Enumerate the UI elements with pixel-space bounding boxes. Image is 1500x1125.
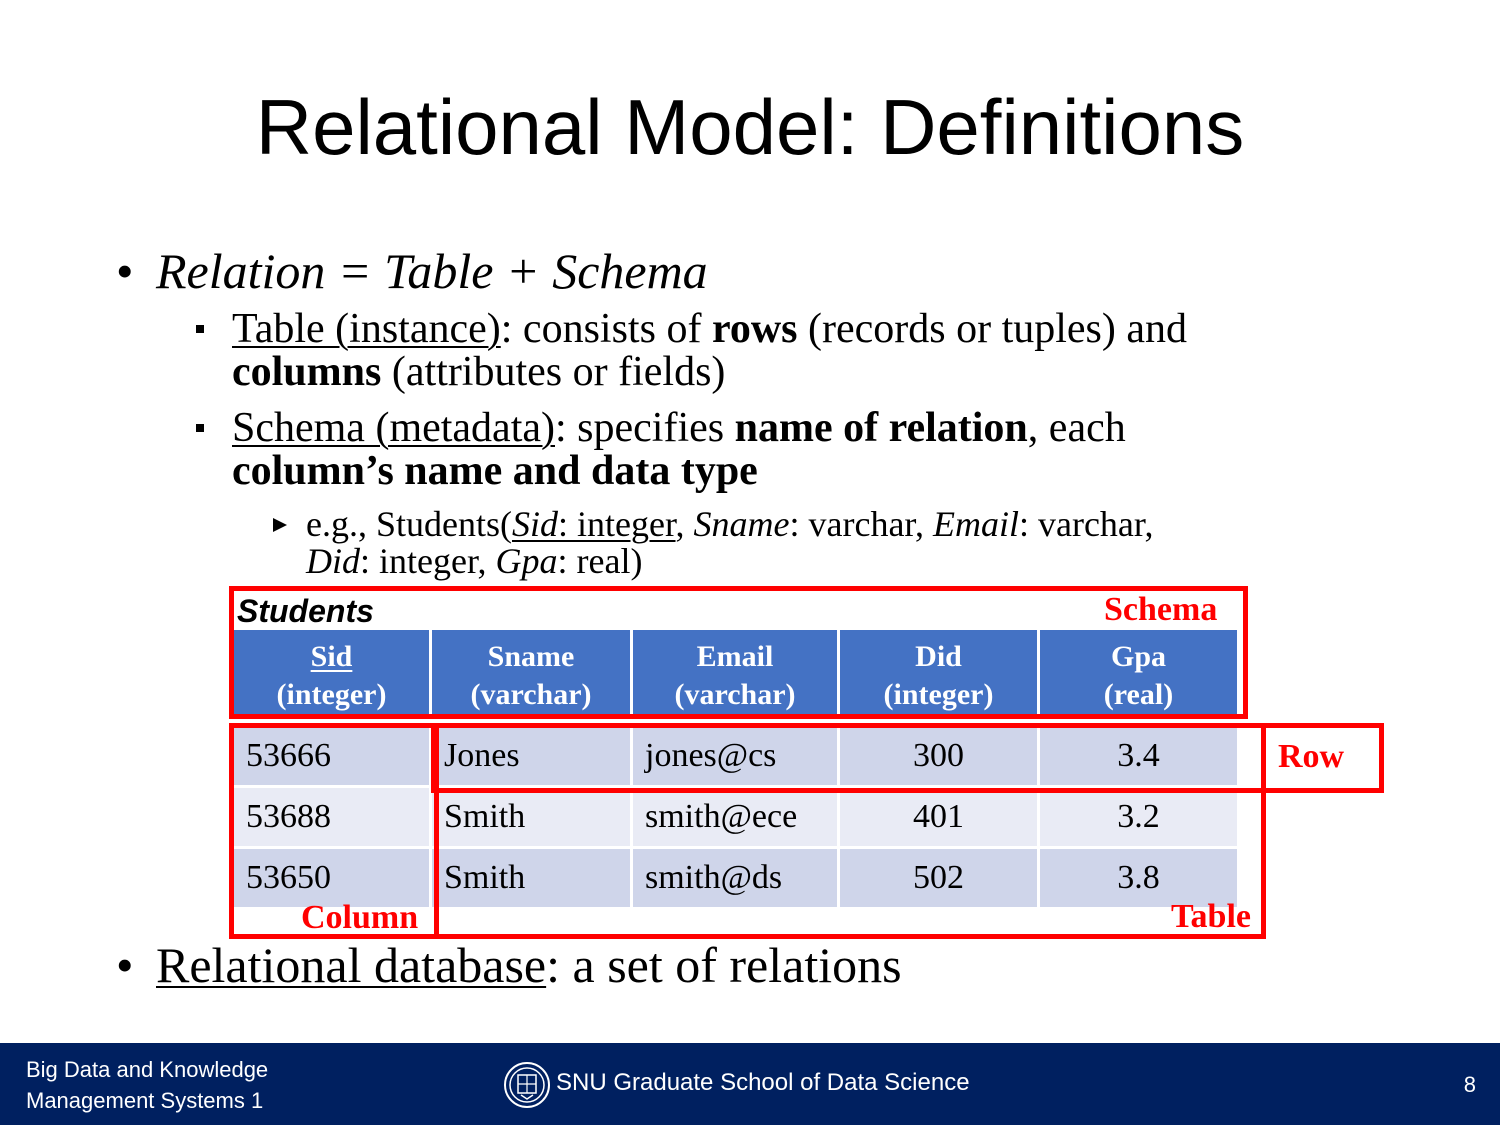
row-label: Row (1278, 738, 1345, 775)
schema-highlight-box (229, 586, 1248, 719)
bullet-relation: Relation = Table + Schema (156, 243, 708, 299)
bullet-schema-metadata: Schema (metadata): specifies name of rel… (232, 407, 1352, 493)
text: , each (1027, 405, 1126, 451)
term-table-instance: Table (instance) (232, 306, 501, 352)
slide-title: Relational Model: Definitions (255, 83, 1245, 171)
text: e.g., Students( (306, 504, 512, 544)
bold-rows: rows (711, 306, 798, 352)
text: : specifies (555, 405, 735, 451)
text: (attributes or fields) (381, 349, 726, 395)
row-highlight-box (431, 723, 1384, 793)
text: : integer (558, 504, 676, 544)
bold-columns: columns (232, 349, 382, 395)
bullet-table-instance: Table (instance): consists of rows (reco… (232, 308, 1352, 394)
school-name: SNU Graduate School of Data Science (556, 1069, 970, 1096)
text: : varchar, (789, 504, 933, 544)
bold-name-of-relation: name of relation (734, 405, 1028, 451)
attr-did: Did (306, 541, 360, 581)
attr-sname: Sname (693, 504, 790, 544)
attr-sid: Sid (511, 504, 558, 544)
table-label: Table (1171, 898, 1252, 935)
text: : varchar, (1018, 504, 1154, 544)
triangle-bullet-icon (273, 518, 287, 532)
bullet-dot-icon: • (116, 937, 134, 993)
bullet-dot-icon: • (116, 243, 134, 299)
text: : consists of (500, 306, 712, 352)
snu-seal-icon (504, 1062, 550, 1108)
schema-label: Schema (1104, 591, 1218, 628)
course-line: Management Systems 1 (26, 1088, 264, 1113)
bullet-example-schema: e.g., Students(Sid: integer, Sname: varc… (306, 506, 1306, 580)
page-number: 8 (1463, 1072, 1476, 1097)
column-label: Column (301, 899, 419, 936)
text: : integer, (360, 541, 496, 581)
text: : real) (557, 541, 643, 581)
bullet-relational-database: Relational database: a set of relations (156, 940, 902, 990)
bold-column-name-type: column’s name and data type (232, 448, 758, 494)
term-schema-metadata: Schema (metadata) (232, 405, 555, 451)
attr-gpa: Gpa (495, 541, 558, 581)
attr-email: Email (932, 504, 1019, 544)
course-name: Big Data and Knowledge Management System… (26, 1054, 268, 1116)
text: , (675, 504, 694, 544)
term-relational-database: Relational database (156, 937, 547, 993)
text: (records or tuples) and (797, 306, 1188, 352)
text: : a set of relations (546, 937, 902, 993)
square-bullet-icon (196, 325, 204, 333)
course-line: Big Data and Knowledge (26, 1057, 269, 1082)
square-bullet-icon (196, 424, 204, 432)
